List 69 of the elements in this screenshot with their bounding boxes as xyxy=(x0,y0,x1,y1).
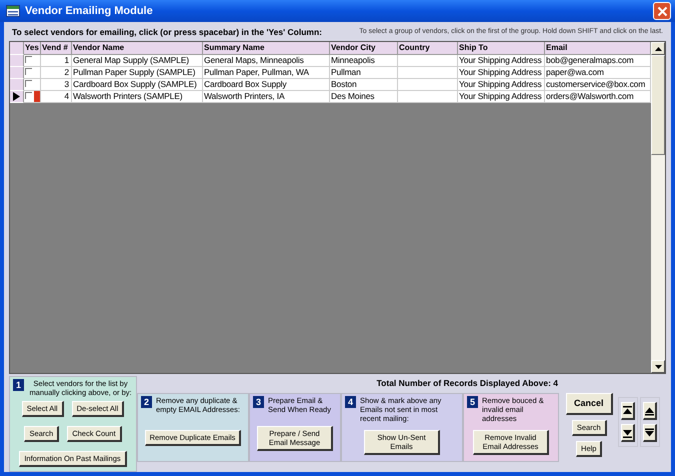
last-record-icon xyxy=(622,428,632,438)
up-arrow-icon xyxy=(644,406,654,416)
first-record-icon xyxy=(622,406,632,416)
column-header[interactable]: Vend # xyxy=(41,42,72,55)
table-cell: Walsworth Printers, IA xyxy=(203,91,330,103)
column-header[interactable]: Vendor City xyxy=(330,42,398,55)
table-cell: General Maps, Minneapolis xyxy=(203,55,330,67)
vertical-scrollbar[interactable] xyxy=(651,42,665,373)
close-icon xyxy=(656,6,668,16)
table-cell: Minneapolis xyxy=(330,55,398,67)
yes-checkbox[interactable] xyxy=(25,92,32,99)
table-cell xyxy=(398,91,458,103)
scroll-up-button[interactable] xyxy=(651,42,665,55)
close-button[interactable] xyxy=(653,2,671,20)
table-cell xyxy=(398,55,458,67)
step-number: 1 xyxy=(13,379,24,391)
table-cell: 3 xyxy=(41,79,72,91)
records-total: Total Number of Records Displayed Above: 4 xyxy=(376,377,559,390)
previous-record-button[interactable] xyxy=(642,402,657,420)
window-title: Vendor Emailing Module xyxy=(25,5,154,17)
table-cell: Your Shipping Address xyxy=(458,91,545,103)
table-cell: Pullman Paper, Pullman, WA xyxy=(203,67,330,79)
table-cell xyxy=(398,67,458,79)
table-cell: 2 xyxy=(41,67,72,79)
down-arrow-icon xyxy=(644,428,654,438)
table-cell: General Map Supply (SAMPLE) xyxy=(72,55,203,67)
row-selector-header xyxy=(10,42,24,55)
table-cell: Cardboard Box Supply xyxy=(203,79,330,91)
table-cell: Your Shipping Address xyxy=(458,55,545,67)
form-icon xyxy=(6,5,20,17)
table-cell: Pullman xyxy=(330,67,398,79)
table-cell xyxy=(398,79,458,91)
table-cell: paper@wa.com xyxy=(545,67,651,79)
table-cell: Your Shipping Address xyxy=(458,67,545,79)
scroll-down-button[interactable] xyxy=(651,360,665,373)
instruction-text: To select vendors for emailing, click (or press spacebar) in the 'Yes' Column: xyxy=(12,26,322,36)
down-arrow-icon xyxy=(654,364,662,368)
table-cell: Walsworth Printers (SAMPLE) xyxy=(72,91,203,103)
column-header[interactable]: Email xyxy=(545,42,651,55)
last-record-button[interactable] xyxy=(620,424,635,442)
yes-checkbox[interactable] xyxy=(25,68,32,75)
table-cell: Des Moines xyxy=(330,91,398,103)
first-record-button[interactable] xyxy=(620,402,635,420)
table-cell: 4 xyxy=(41,91,72,103)
table-cell: bob@generalmaps.com xyxy=(545,55,651,67)
table-cell: Boston xyxy=(330,79,398,91)
next-record-button[interactable] xyxy=(642,424,657,442)
table-cell: Pullman Paper Supply (SAMPLE) xyxy=(72,67,203,79)
table-cell: orders@Walsworth.com xyxy=(545,91,651,103)
column-header[interactable]: Vendor Name xyxy=(72,42,203,55)
focus-marker xyxy=(34,91,40,102)
yes-checkbox[interactable] xyxy=(25,56,32,63)
column-header[interactable]: Ship To xyxy=(458,42,545,55)
row-selector[interactable] xyxy=(10,91,24,103)
column-header[interactable]: Country xyxy=(398,42,458,55)
step-number: 3 xyxy=(253,396,264,408)
scroll-thumb[interactable] xyxy=(651,55,665,155)
column-header[interactable]: Yes xyxy=(24,42,41,55)
table-cell: Cardboard Box Supply (SAMPLE) xyxy=(72,79,203,91)
up-arrow-icon xyxy=(654,46,662,50)
table-cell: customerservice@box.com xyxy=(545,79,651,91)
step-number: 5 xyxy=(467,396,478,408)
table-cell: 1 xyxy=(41,55,72,67)
step-number: 2 xyxy=(141,396,152,408)
yes-checkbox[interactable] xyxy=(25,80,32,87)
side-button[interactable]: Cancel xyxy=(566,393,613,415)
table-cell: Your Shipping Address xyxy=(458,79,545,91)
column-header[interactable]: Summary Name xyxy=(203,42,330,55)
step-number: 4 xyxy=(345,396,356,408)
